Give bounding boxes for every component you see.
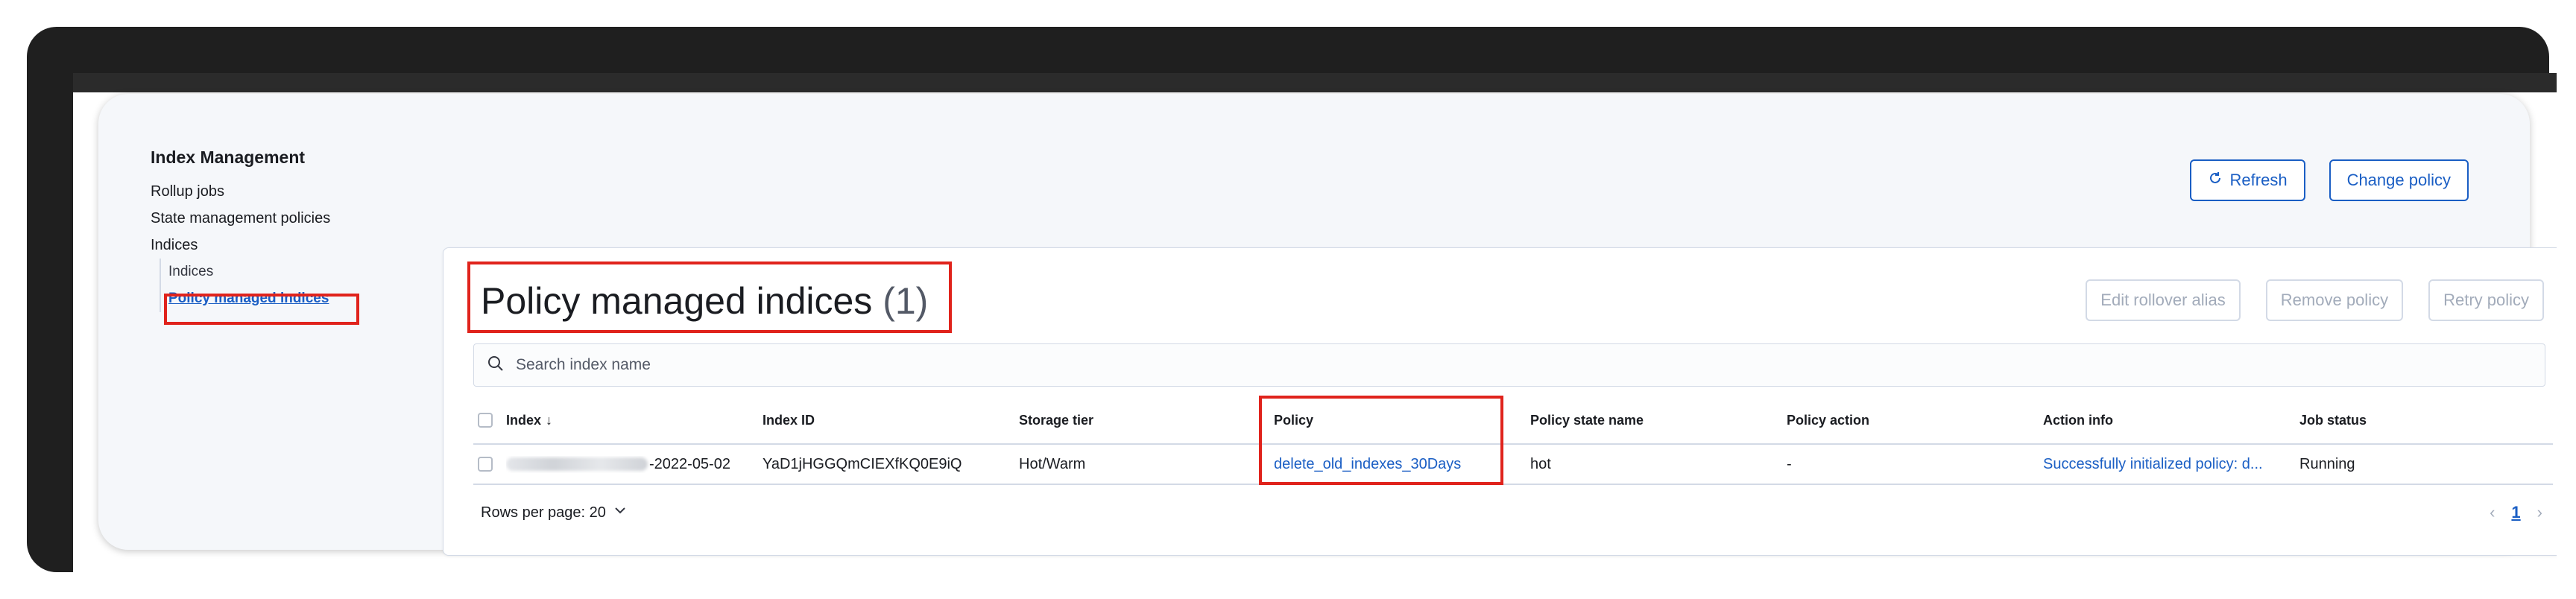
column-header-index-id[interactable]: Index ID [763, 413, 1019, 428]
page-title-count: (1) [883, 280, 929, 322]
device-frame: Index Management Rollup jobs State manag… [27, 27, 2557, 578]
sidebar-title: Index Management [151, 148, 306, 167]
policy-managed-indices-card: Policy managed indices (1) Edit rollover… [443, 247, 2557, 556]
redacted-index-name [506, 457, 648, 472]
refresh-label: Refresh [2229, 171, 2288, 189]
cell-index-id: YaD1jHGGQmCIEXfKQ0E9iQ [763, 455, 962, 472]
pagination: ‹ 1 › [2490, 503, 2542, 522]
chevron-down-icon [613, 504, 627, 522]
cell-policy-link[interactable]: delete_old_indexes_30Days [1274, 456, 1530, 473]
sidebar-subitem-indices[interactable]: Indices [168, 259, 374, 285]
sidebar-subgroup: Indices Policy managed indices [160, 259, 374, 312]
column-header-index[interactable]: Index ↓ [506, 413, 763, 428]
refresh-button[interactable]: Refresh [2189, 159, 2305, 201]
cell-action-info-link[interactable]: Successfully initialized policy: d... [2043, 456, 2299, 473]
table-actions: Edit rollover alias Remove policy Retry … [2086, 279, 2544, 321]
sidebar: Index Management Rollup jobs State manag… [151, 148, 374, 312]
search-input[interactable] [514, 355, 2455, 375]
chevron-right-icon[interactable]: › [2537, 503, 2542, 522]
sidebar-item-state-management-policies[interactable]: State management policies [151, 205, 374, 232]
row-checkbox[interactable] [478, 457, 493, 472]
sidebar-item-rollup-jobs[interactable]: Rollup jobs [151, 178, 374, 205]
remove-policy-button[interactable]: Remove policy [2265, 279, 2404, 321]
column-header-policy-state-name[interactable]: Policy state name [1530, 413, 1787, 428]
refresh-icon [2208, 171, 2223, 190]
change-policy-button[interactable]: Change policy [2329, 159, 2469, 201]
indices-table: Index ↓ Index ID Storage tier Policy Poli… [473, 397, 2553, 485]
cell-policy-state: hot [1530, 455, 1551, 472]
app-screen: Index Management Rollup jobs State manag… [73, 73, 2557, 578]
select-all-checkbox[interactable] [478, 413, 493, 428]
index-management-panel: Index Management Rollup jobs State manag… [98, 94, 2557, 556]
rows-per-page-label: Rows per page: 20 [481, 504, 606, 521]
sidebar-subitem-policy-managed-indices[interactable]: Policy managed indices [168, 285, 374, 312]
edit-rollover-alias-button[interactable]: Edit rollover alias [2086, 279, 2241, 321]
sidebar-item-indices[interactable]: Indices [151, 232, 374, 259]
column-header-storage-tier[interactable]: Storage tier [1019, 413, 1274, 428]
cell-storage-tier: Hot/Warm [1019, 455, 1086, 472]
column-header-job-status[interactable]: Job status [2299, 413, 2523, 428]
page-title-text: Policy managed indices [481, 280, 873, 322]
table-footer: Rows per page: 20 ‹ 1 › [481, 503, 2542, 522]
search-bar [473, 343, 2545, 387]
column-header-policy-action[interactable]: Policy action [1787, 413, 2043, 428]
sort-down-arrow-icon: ↓ [546, 412, 553, 428]
page-number-current[interactable]: 1 [2511, 503, 2520, 522]
cell-index: -2022-05-02 [506, 456, 763, 473]
cell-job-status: Running [2299, 455, 2355, 472]
retry-policy-button[interactable]: Retry policy [2428, 279, 2544, 321]
chevron-left-icon[interactable]: ‹ [2490, 503, 2495, 522]
top-strip [73, 73, 2557, 92]
header-actions: Refresh Change policy [2189, 159, 2469, 201]
column-header-policy[interactable]: Policy [1274, 413, 1530, 428]
column-header-action-info[interactable]: Action info [2043, 413, 2299, 428]
search-icon [487, 355, 504, 375]
cell-policy-action: - [1787, 455, 1792, 472]
rows-per-page-selector[interactable]: Rows per page: 20 [481, 504, 627, 522]
table-row: -2022-05-02 YaD1jHGGQmCIEXfKQ0E9iQ Hot/W… [473, 445, 2553, 485]
table-header: Index ↓ Index ID Storage tier Policy Poli… [473, 397, 2553, 445]
page-title: Policy managed indices (1) [481, 279, 928, 323]
